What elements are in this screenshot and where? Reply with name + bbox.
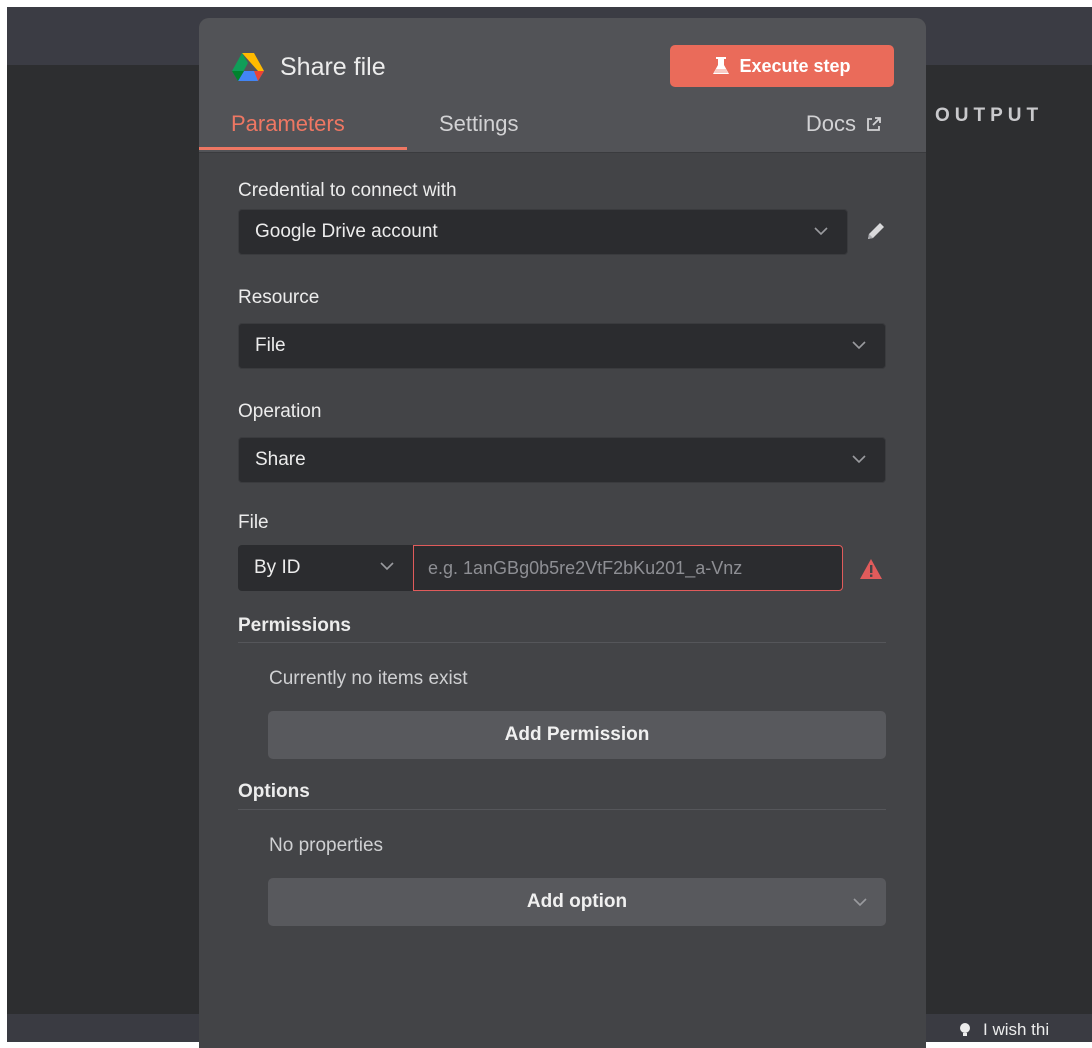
edit-credential-icon[interactable] <box>865 220 887 242</box>
add-permission-button[interactable]: Add Permission <box>268 711 886 759</box>
options-label: Options <box>238 781 310 802</box>
tab-parameters[interactable]: Parameters <box>231 111 345 137</box>
google-drive-icon <box>232 53 264 81</box>
file-label: File <box>238 512 269 533</box>
credential-select[interactable]: Google Drive account <box>238 209 848 255</box>
add-option-dropdown[interactable]: Add option <box>268 878 886 926</box>
external-link-icon <box>867 117 881 131</box>
options-divider <box>238 809 886 810</box>
lightbulb-icon <box>960 1023 970 1036</box>
output-panel-title: OUTPUT <box>935 105 1044 126</box>
file-mode-value: By ID <box>254 557 301 578</box>
panel-header: Share file Execute step Parameters Setti… <box>199 18 926 153</box>
docs-label: Docs <box>805 111 856 136</box>
file-id-input[interactable] <box>413 545 843 591</box>
operation-select[interactable]: Share <box>238 437 886 483</box>
execute-step-label: Execute step <box>739 55 851 76</box>
flask-icon <box>713 57 730 74</box>
chevron-down-icon <box>380 562 394 571</box>
credential-value: Google Drive account <box>255 221 438 242</box>
tab-settings[interactable]: Settings <box>439 111 519 137</box>
file-mode-select[interactable]: By ID <box>238 545 413 591</box>
chevron-down-icon <box>852 455 866 464</box>
resource-select[interactable]: File <box>238 323 886 369</box>
active-tab-indicator <box>199 147 407 150</box>
chevron-down-icon <box>853 898 867 907</box>
options-empty-text: No properties <box>269 835 384 856</box>
resource-value: File <box>255 335 286 356</box>
node-title-group: Share file <box>231 52 386 82</box>
permissions-divider <box>238 642 886 643</box>
feedback-link[interactable]: I wish thi <box>959 1020 1049 1040</box>
resource-label: Resource <box>238 287 320 308</box>
chevron-down-icon <box>814 227 828 236</box>
add-option-label: Add option <box>526 891 628 912</box>
credential-label: Credential to connect with <box>238 180 457 201</box>
node-parameters-panel: Share file Execute step Parameters Setti… <box>199 18 926 1048</box>
execute-step-button[interactable]: Execute step <box>670 45 894 87</box>
operation-value: Share <box>255 449 306 470</box>
chevron-down-icon <box>852 341 866 350</box>
feedback-text: I wish thi <box>983 1020 1050 1039</box>
operation-label: Operation <box>238 401 322 422</box>
docs-link[interactable]: Docs <box>806 111 882 137</box>
permissions-empty-text: Currently no items exist <box>269 668 468 689</box>
permissions-label: Permissions <box>238 615 351 636</box>
node-title[interactable]: Share file <box>280 53 386 82</box>
warning-icon <box>860 559 882 579</box>
